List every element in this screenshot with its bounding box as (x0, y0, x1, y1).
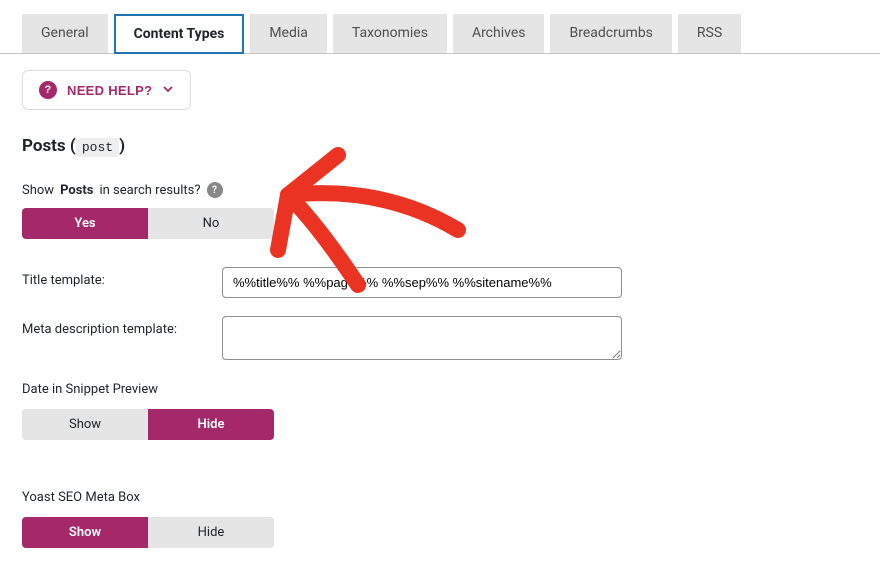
annotation-arrow (238, 145, 488, 325)
title-template-label: Title template: (22, 267, 222, 288)
chevron-down-icon (162, 83, 174, 98)
date-snippet-show[interactable]: Show (22, 409, 148, 440)
tab-rss[interactable]: RSS (678, 14, 741, 53)
tab-archives[interactable]: Archives (453, 14, 545, 53)
meta-desc-label: Meta description template: (22, 316, 222, 337)
tab-taxonomies[interactable]: Taxonomies (333, 14, 447, 53)
need-help-button[interactable]: ? NEED HELP? (22, 70, 191, 110)
section-title: Posts (post) (22, 136, 858, 156)
question-icon: ? (39, 81, 57, 99)
help-icon[interactable]: ? (207, 182, 223, 198)
show-posts-toggle: Yes No (22, 208, 274, 239)
tab-content-types[interactable]: Content Types (114, 14, 245, 54)
tab-breadcrumbs[interactable]: Breadcrumbs (550, 14, 671, 53)
show-posts-yes[interactable]: Yes (22, 208, 148, 239)
meta-box-hide[interactable]: Hide (148, 517, 274, 548)
tabs-bar: General Content Types Media Taxonomies A… (0, 0, 880, 54)
date-snippet-label: Date in Snippet Preview (22, 382, 858, 397)
meta-box-toggle: Show Hide (22, 517, 274, 548)
meta-box-label: Yoast SEO Meta Box (22, 490, 858, 505)
date-snippet-hide[interactable]: Hide (148, 409, 274, 440)
meta-box-show[interactable]: Show (22, 517, 148, 548)
show-posts-no[interactable]: No (148, 208, 274, 239)
tab-media[interactable]: Media (250, 14, 327, 53)
date-snippet-toggle: Show Hide (22, 409, 274, 440)
meta-desc-input[interactable] (222, 316, 622, 360)
title-template-input[interactable] (222, 267, 622, 298)
need-help-label: NEED HELP? (67, 83, 152, 98)
tab-general[interactable]: General (22, 14, 108, 53)
show-posts-label: Show Posts in search results? ? (22, 182, 858, 198)
